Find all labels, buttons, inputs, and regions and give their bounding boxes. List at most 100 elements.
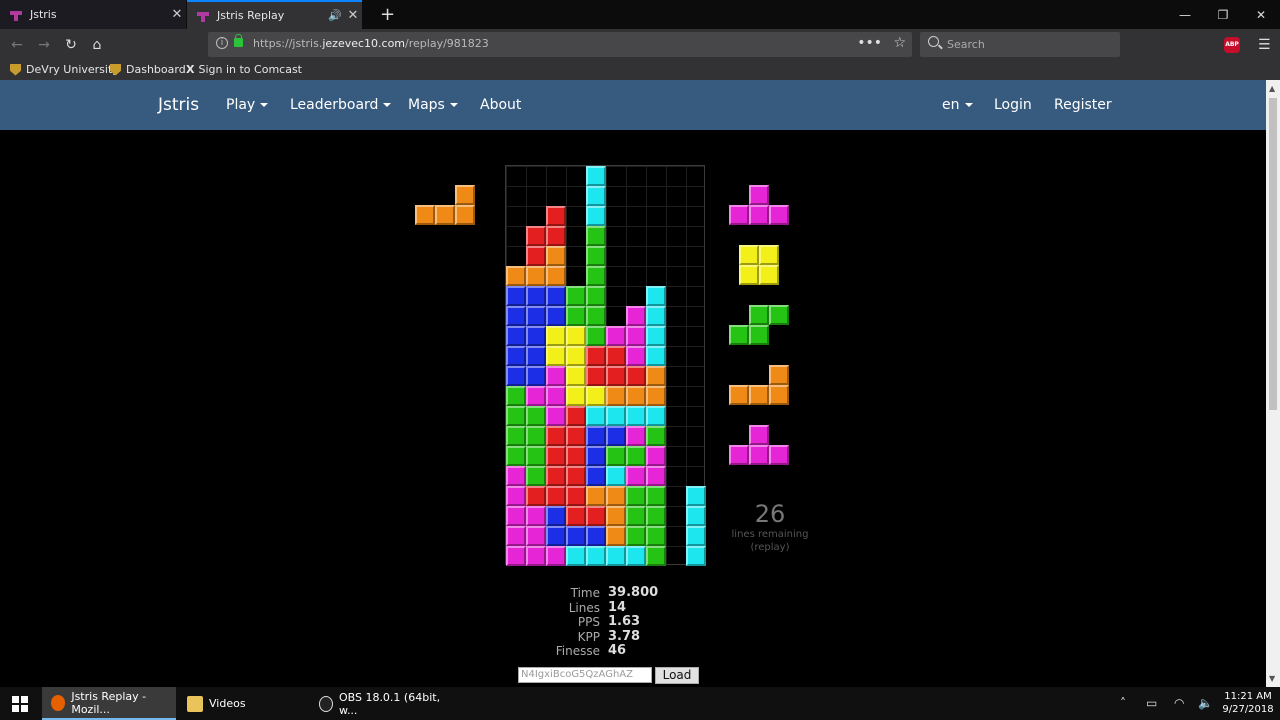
board-block xyxy=(586,366,606,386)
adblock-icon[interactable]: ABP xyxy=(1224,37,1240,53)
board-block xyxy=(566,426,586,446)
home-icon[interactable]: ⌂ xyxy=(87,35,107,55)
scrollbar-thumb[interactable] xyxy=(1269,98,1277,410)
restore-icon[interactable]: ❐ xyxy=(1204,0,1242,29)
board-block xyxy=(566,386,586,406)
system-clock[interactable]: 11:21 AM 9/27/2018 xyxy=(1222,690,1274,716)
board-block xyxy=(586,486,606,506)
lock-icon xyxy=(234,34,243,47)
board-block xyxy=(546,226,566,246)
info-icon[interactable]: i xyxy=(216,37,228,49)
board-block xyxy=(606,366,626,386)
board-block xyxy=(546,406,566,426)
board-block xyxy=(526,326,546,346)
stat-value: 1.63 xyxy=(608,614,641,629)
board-block xyxy=(606,486,626,506)
board-block xyxy=(646,446,666,466)
lines-remaining-count: 26 xyxy=(754,500,786,528)
bookmark-dashboard[interactable]: Dashboard xyxy=(110,63,186,76)
board-block xyxy=(586,166,606,186)
back-icon[interactable]: ← xyxy=(7,35,27,55)
board-block xyxy=(646,526,666,546)
board-block xyxy=(566,506,586,526)
hold-block xyxy=(455,205,475,225)
board-block xyxy=(546,546,566,566)
wifi-icon[interactable]: ◠ xyxy=(1174,696,1184,710)
new-tab-icon[interactable]: + xyxy=(380,4,395,25)
board-block xyxy=(626,506,646,526)
board-block xyxy=(646,306,666,326)
board-block xyxy=(586,306,606,326)
bookmark-label: DeVry University xyxy=(26,63,119,76)
next-queue xyxy=(729,185,789,465)
tab-jstris[interactable]: Jstris ✕ xyxy=(0,0,186,29)
board-block xyxy=(606,426,626,446)
queue-block xyxy=(749,185,769,205)
board-block xyxy=(646,326,666,346)
clock-date: 9/27/2018 xyxy=(1222,704,1274,715)
scroll-down-icon[interactable]: ▼ xyxy=(1269,674,1275,683)
game-stats: Time 39.800 Lines 14 PPS 1.63 KPP 3.78 Fines… xyxy=(540,585,658,659)
queue-block xyxy=(759,245,779,265)
board-block xyxy=(626,386,646,406)
close-tab-icon[interactable]: ✕ xyxy=(344,8,362,23)
url-bar[interactable]: i https://jstris.jezevec10.com/replay/98… xyxy=(208,32,912,57)
nav-about[interactable]: About xyxy=(480,97,521,113)
board-block xyxy=(626,526,646,546)
board-block xyxy=(606,546,626,566)
nav-register[interactable]: Register xyxy=(1054,97,1112,113)
speaker-icon[interactable]: 🔊 xyxy=(328,9,342,22)
nav-play[interactable]: Play xyxy=(226,97,269,113)
taskbar-videos[interactable]: Videos xyxy=(178,687,306,720)
site-brand[interactable]: Jstris xyxy=(158,95,199,115)
replay-code-input[interactable]: N4IgxiBcoG5QzAGhAZ xyxy=(518,667,652,683)
close-window-icon[interactable]: ✕ xyxy=(1242,0,1280,29)
board-block xyxy=(626,406,646,426)
nav-login[interactable]: Login xyxy=(994,97,1032,113)
reload-icon[interactable]: ↻ xyxy=(61,35,81,55)
queue-block xyxy=(739,265,759,285)
board-block xyxy=(546,286,566,306)
close-tab-icon[interactable]: ✕ xyxy=(168,7,186,22)
bookmark-comcast[interactable]: X Sign in to Comcast xyxy=(186,63,302,76)
board-block xyxy=(646,346,666,366)
queue-block xyxy=(769,205,789,225)
board-block xyxy=(526,406,546,426)
queue-block xyxy=(729,445,749,465)
board-block xyxy=(546,526,566,546)
caret-down-icon xyxy=(383,103,392,107)
load-button[interactable]: Load xyxy=(655,667,699,684)
board-block xyxy=(586,546,606,566)
tray-chevron-icon[interactable]: ˄ xyxy=(1120,696,1126,710)
bookmark-star-icon[interactable]: ☆ xyxy=(893,35,906,51)
page-actions-icon[interactable]: ••• xyxy=(857,35,882,51)
windows-start-icon[interactable] xyxy=(12,696,28,712)
stat-key: Finesse xyxy=(555,644,600,658)
board-block xyxy=(626,306,646,326)
nav-language[interactable]: en xyxy=(942,97,973,113)
board-block xyxy=(506,266,526,286)
board-block xyxy=(526,486,546,506)
bookmark-devry[interactable]: DeVry University xyxy=(10,63,119,76)
scroll-up-icon[interactable]: ▲ xyxy=(1269,84,1275,93)
board-block xyxy=(546,326,566,346)
board-block xyxy=(686,486,706,506)
hamburger-menu-icon[interactable]: ☰ xyxy=(1258,37,1271,53)
page-scrollbar[interactable]: ▲ ▼ xyxy=(1266,80,1280,687)
nav-maps[interactable]: Maps xyxy=(408,97,458,113)
search-input[interactable]: Search xyxy=(920,32,1120,57)
volume-icon[interactable]: 🔈 xyxy=(1198,696,1213,710)
tab-jstris-replay[interactable]: Jstris Replay 🔊 ✕ xyxy=(187,0,362,29)
nav-leaderboard[interactable]: Leaderboard xyxy=(290,97,392,113)
battery-icon[interactable]: ▭ xyxy=(1146,696,1157,710)
board-block xyxy=(526,286,546,306)
taskbar-obs[interactable]: OBS 18.0.1 (64bit, w... xyxy=(310,687,444,720)
minimize-icon[interactable]: — xyxy=(1166,0,1204,29)
forward-icon[interactable]: → xyxy=(34,35,54,55)
task-label: OBS 18.0.1 (64bit, w... xyxy=(338,690,441,717)
taskbar-firefox[interactable]: Jstris Replay - Mozil... xyxy=(42,687,176,720)
board-block xyxy=(526,466,546,486)
stat-value: 3.78 xyxy=(608,628,641,644)
stat-value: 14 xyxy=(608,599,627,615)
board-block xyxy=(526,546,546,566)
